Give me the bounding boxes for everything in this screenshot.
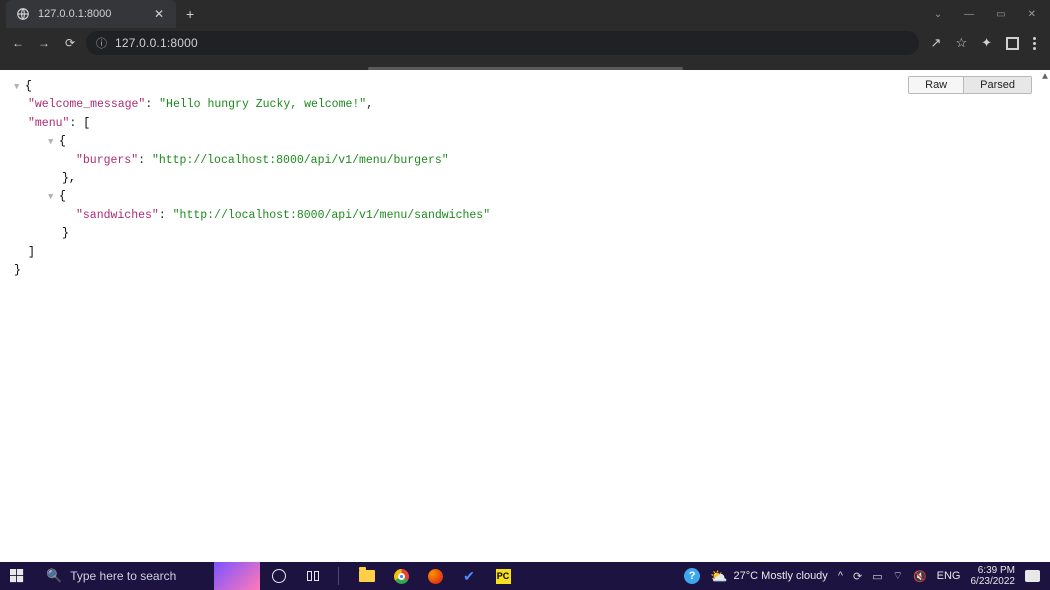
taskbar-pinned-apps: ✔ PC [260,567,522,585]
json-key: "welcome_message" [28,98,145,111]
notifications-icon[interactable] [1025,570,1040,582]
star-icon[interactable]: ☆ [955,35,967,51]
window-controls: ⌄ — ▭ ✕ [934,9,1050,20]
json-string: "http://localhost:8000/api/v1/menu/sandw… [173,209,490,222]
json-key: "sandwiches" [76,209,159,222]
site-info-icon[interactable]: ⓘ [96,35,107,51]
close-window-button[interactable]: ✕ [1028,9,1036,20]
address-bar-icons: ↗ ☆ ✦ [925,35,1042,51]
new-tab-button[interactable]: + [176,6,204,22]
battery-icon[interactable]: ▭ [872,570,882,583]
firefox-icon[interactable] [426,567,444,585]
cortana-icon[interactable] [270,567,288,585]
url-text: 127.0.0.1:8000 [115,36,198,50]
collapse-toggle-icon[interactable]: ▼ [48,190,56,204]
forward-button[interactable]: → [34,33,54,53]
tab-title: 127.0.0.1:8000 [38,8,146,20]
pycharm-icon[interactable]: PC [494,567,512,585]
collapse-toggle-icon[interactable]: ▼ [48,135,56,149]
news-widget[interactable] [214,562,260,590]
raw-button[interactable]: Raw [909,77,964,93]
menu-kebab-icon[interactable] [1033,37,1036,50]
clock-time: 6:39 PM [971,565,1016,576]
language-indicator[interactable]: ENG [937,570,961,582]
extensions-icon[interactable]: ✦ [981,35,992,51]
globe-icon [16,7,30,21]
start-button[interactable] [0,569,34,583]
wifi-icon[interactable]: ⌔ [893,569,903,583]
json-string: "Hello hungry Zucky, welcome!" [159,98,366,111]
address-bar: ← → ⟳ ⓘ 127.0.0.1:8000 ↗ ☆ ✦ [0,28,1050,58]
weather-widget[interactable]: ⛅ 27°C Mostly cloudy [710,568,828,585]
search-placeholder: Type here to search [70,569,176,583]
chrome-icon[interactable] [392,567,410,585]
tray-overflow-icon[interactable]: ^ [838,570,843,582]
onedrive-icon[interactable]: ⟳ [853,570,862,583]
json-view-toggle: Raw Parsed [908,76,1032,94]
minimize-button[interactable]: — [964,9,974,20]
scroll-up-arrow-icon[interactable]: ▲ [1042,72,1048,83]
search-icon: 🔍 [46,568,62,584]
reading-list-icon[interactable] [1006,37,1019,50]
url-field[interactable]: ⓘ 127.0.0.1:8000 [86,31,919,55]
clock-date: 6/23/2022 [971,576,1016,587]
taskbar: 🔍 Type here to search ✔ PC ? ⛅ 27°C Most… [0,562,1050,590]
back-button[interactable]: ← [8,33,28,53]
maximize-button[interactable]: ▭ [996,9,1005,20]
tab-search-chevron-icon[interactable]: ⌄ [934,9,942,20]
taskbar-divider [338,567,342,585]
weather-text: 27°C Mostly cloudy [734,570,828,582]
share-icon[interactable]: ↗ [931,35,942,51]
clock[interactable]: 6:39 PM 6/23/2022 [971,565,1016,587]
taskbar-search[interactable]: 🔍 Type here to search [34,562,214,590]
browser-tab-strip: 127.0.0.1:8000 ✕ + ⌄ — ▭ ✕ [0,0,1050,28]
page-content: ▲ Raw Parsed ▼{ "welcome_message": "Hell… [0,70,1050,562]
json-viewer[interactable]: ▼{ "welcome_message": "Hello hungry Zuck… [0,70,1050,280]
close-tab-icon[interactable]: ✕ [154,7,164,21]
taskbar-right: ? ⛅ 27°C Mostly cloudy ^ ⟳ ▭ ⌔ 🔇 ENG 6:3… [684,565,1050,587]
todo-icon[interactable]: ✔ [460,567,478,585]
json-string: "http://localhost:8000/api/v1/menu/burge… [152,154,449,167]
file-explorer-icon[interactable] [358,567,376,585]
json-key: "burgers" [76,154,138,167]
bookmark-strip [0,58,1050,70]
parsed-button[interactable]: Parsed [964,77,1031,93]
task-view-icon[interactable] [304,567,322,585]
help-icon[interactable]: ? [684,568,700,584]
reload-button[interactable]: ⟳ [60,33,80,53]
weather-icon: ⛅ [710,568,727,585]
collapse-toggle-icon[interactable]: ▼ [14,80,22,94]
volume-icon[interactable]: 🔇 [913,570,927,583]
browser-tab-active[interactable]: 127.0.0.1:8000 ✕ [6,0,176,28]
json-key: "menu" [28,117,69,130]
